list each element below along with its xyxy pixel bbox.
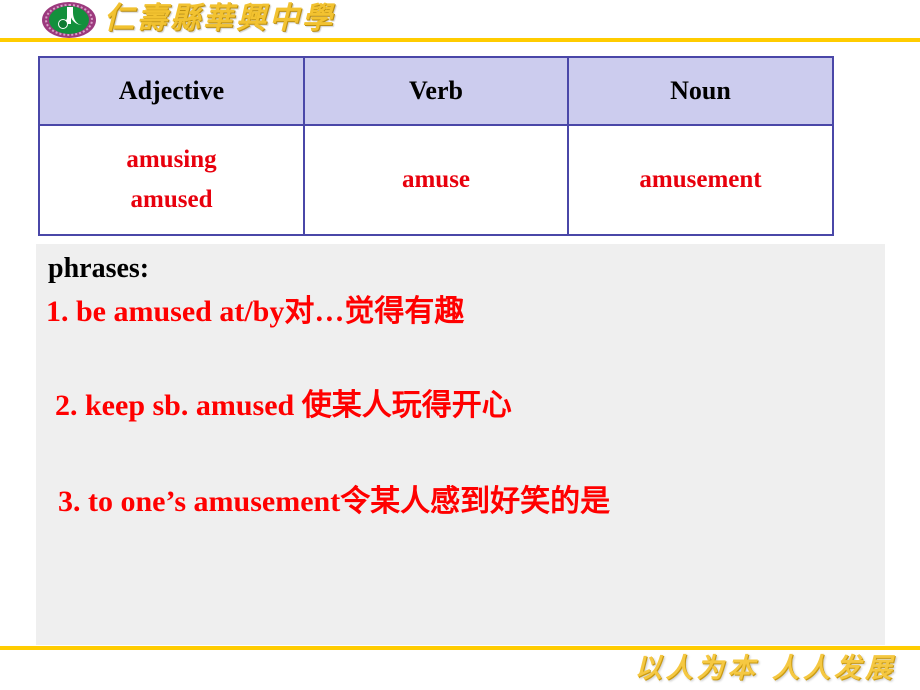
phrase-item-1: 1. be amused at/by对…觉得有趣 (46, 295, 465, 328)
adjective-form-1: amusing (126, 146, 217, 173)
slide-header: 仁壽縣華興中學 (0, 0, 920, 42)
school-name-title: 仁壽縣華興中學 (104, 1, 335, 36)
column-header-verb: Verb (303, 56, 569, 126)
cell-verb-form: amuse (303, 124, 569, 236)
table-row: amusing amused amuse amusement (38, 124, 834, 236)
table-header-row: Adjective Verb Noun (38, 56, 834, 126)
phrase-item-3: 3. to one’s amusement令某人感到好笑的是 (58, 485, 611, 518)
column-header-adjective: Adjective (38, 56, 305, 126)
phrases-heading: phrases: (48, 253, 150, 284)
adjective-form-2: amused (130, 186, 213, 213)
crest-center-dot (58, 19, 68, 29)
phrase-item-2: 2. keep sb. amused 使某人玩得开心 (55, 389, 512, 422)
school-crest-icon (42, 2, 96, 38)
word-forms-table: Adjective Verb Noun amusing amused amuse… (38, 56, 834, 236)
footer-motto: 以人为本 人人发展 (634, 653, 896, 684)
column-header-noun: Noun (567, 56, 834, 126)
phrases-panel: phrases: 1. be amused at/by对…觉得有趣 2. kee… (36, 244, 885, 645)
cell-adjective-forms: amusing amused (38, 124, 305, 236)
crest-inner-oval (49, 6, 89, 34)
cell-noun-form: amusement (567, 124, 834, 236)
crest-right-wing (70, 7, 87, 25)
header-gold-rule (0, 38, 920, 42)
